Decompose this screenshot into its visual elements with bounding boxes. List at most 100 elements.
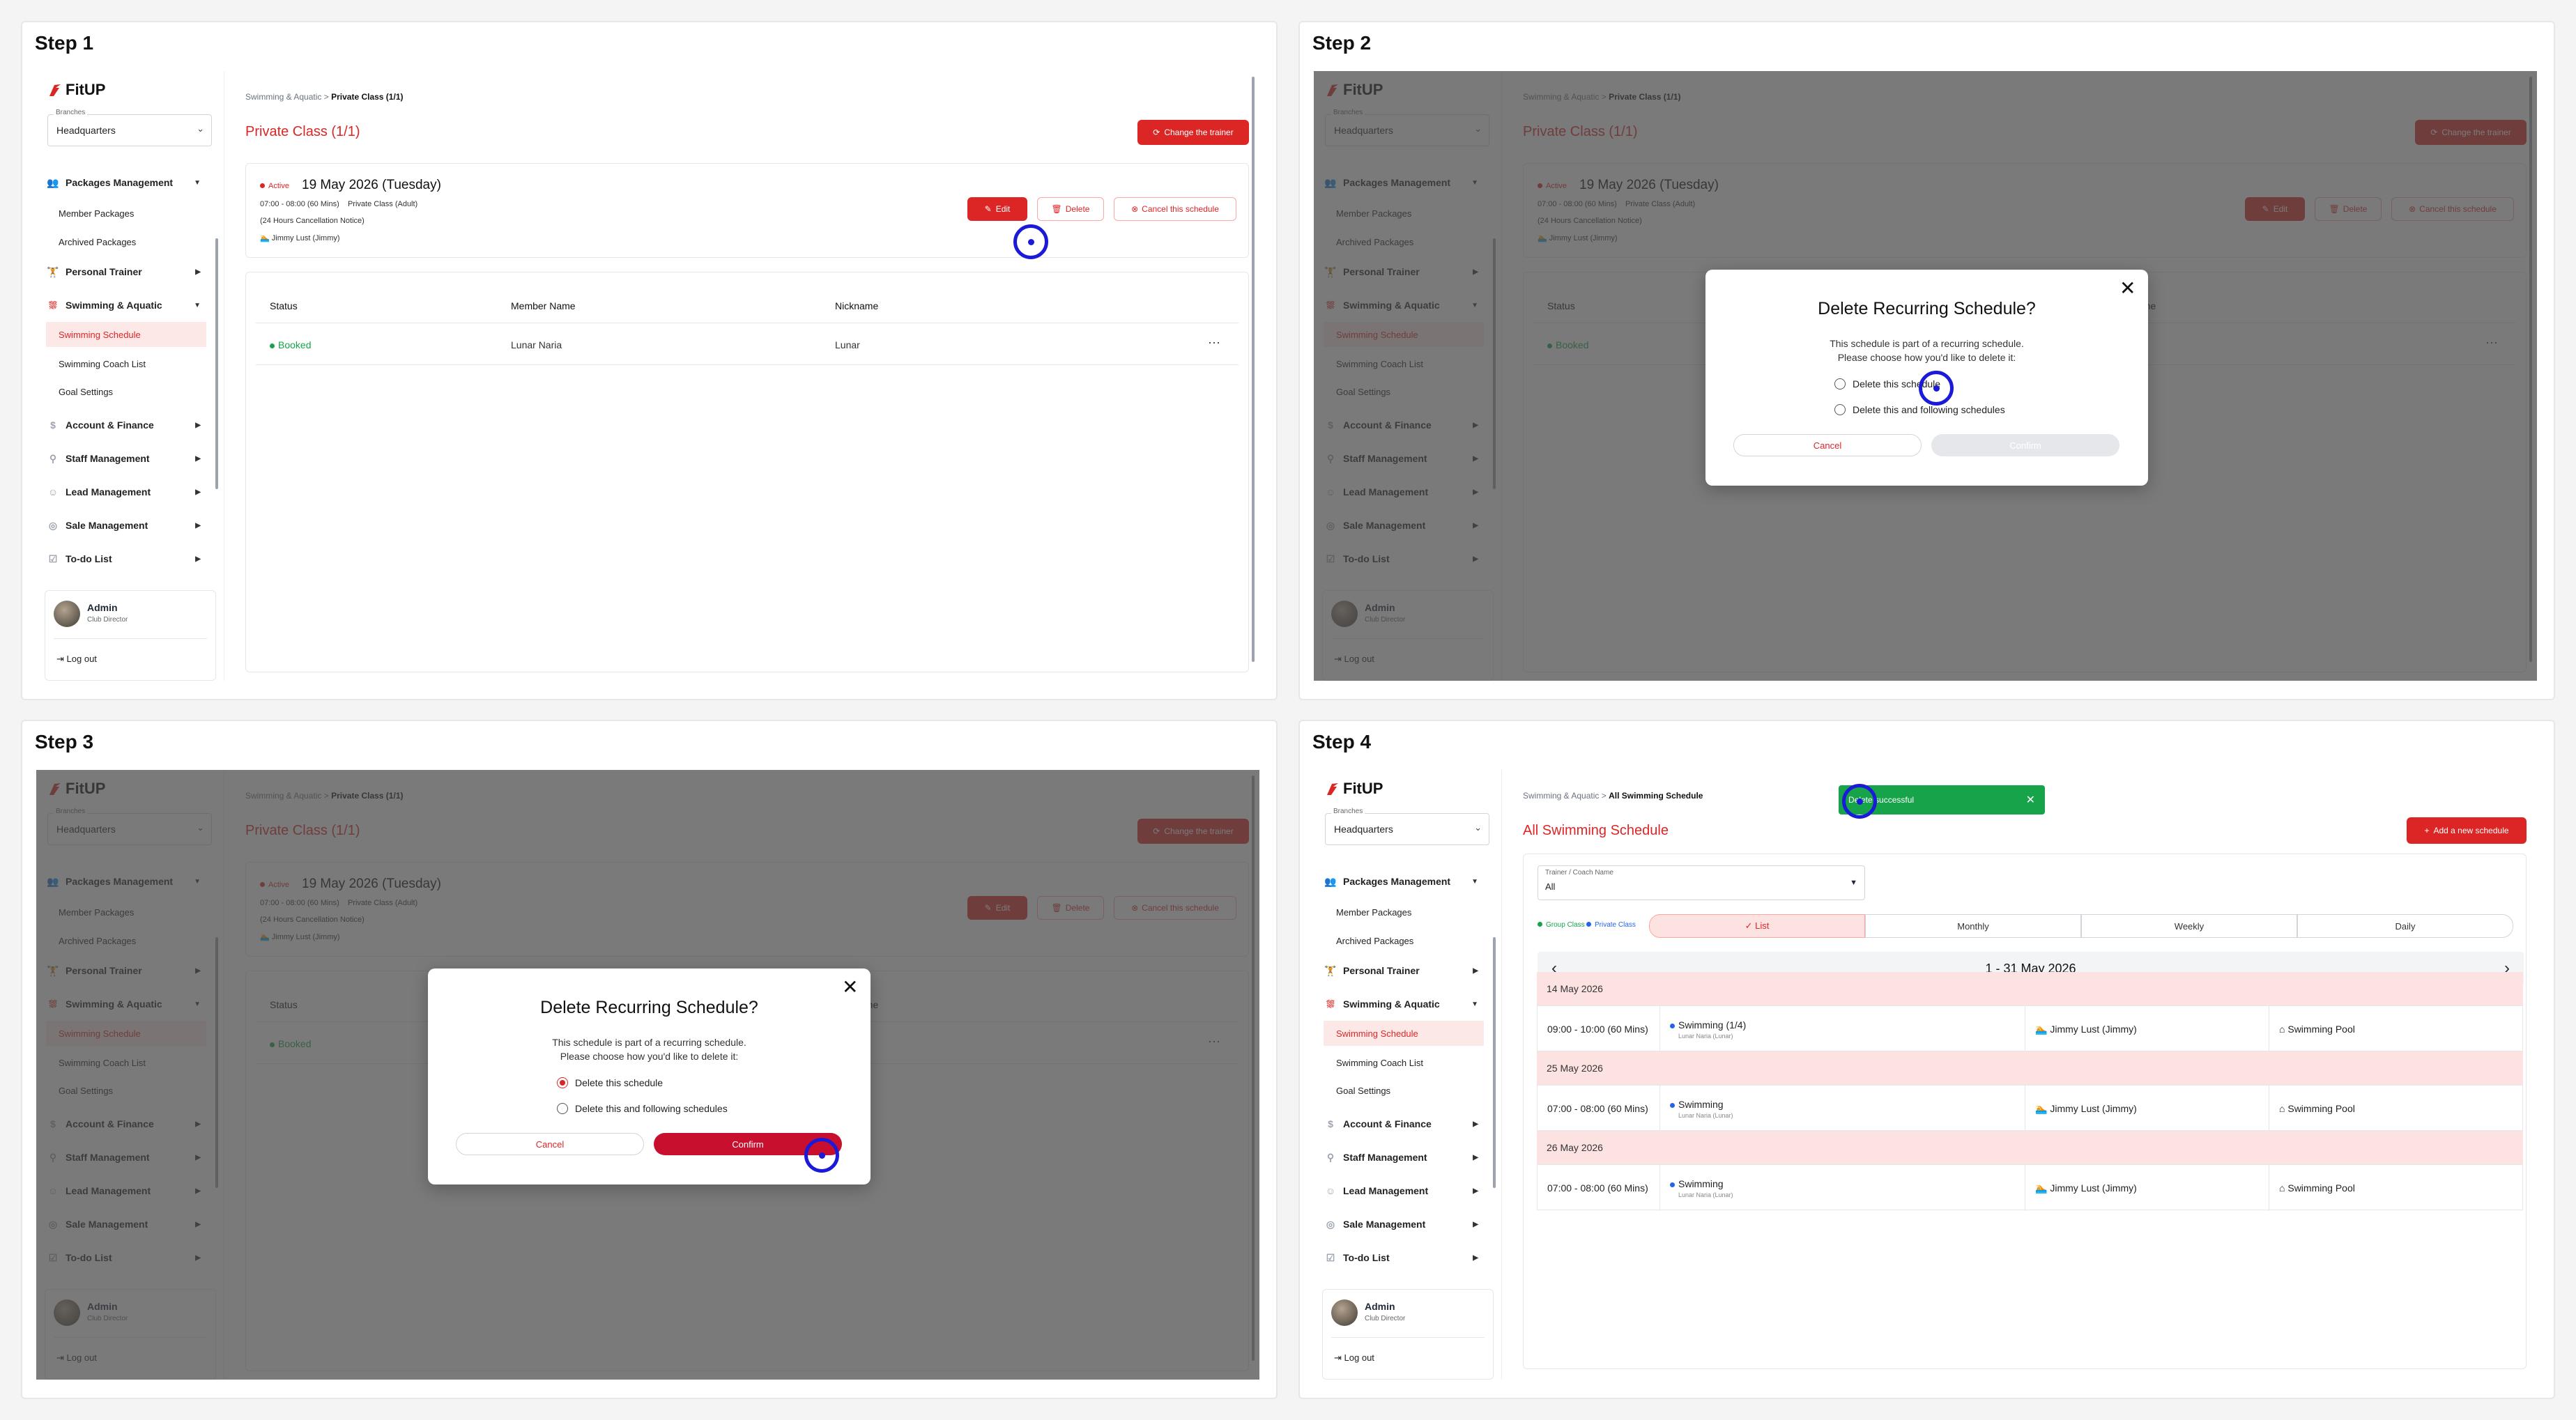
- cancel-schedule-button[interactable]: ⊗Cancel this schedule: [1114, 197, 1236, 221]
- logout-button[interactable]: ⇥ Log out: [56, 654, 97, 665]
- schedule-row[interactable]: 07:00 - 08:00 (60 Mins) Swimming Lunar N…: [1537, 1085, 2523, 1132]
- breadcrumb-parent[interactable]: Swimming & Aquatic: [245, 92, 321, 102]
- close-icon[interactable]: ✕: [842, 975, 858, 998]
- click-marker: [1919, 371, 1954, 406]
- coach-name: Jimmy Lust (Jimmy): [271, 234, 340, 242]
- sidebar-item-account[interactable]: $ Account & Finance ▶: [1324, 1111, 1484, 1136]
- avatar[interactable]: [1331, 1299, 1358, 1326]
- change-trainer-button[interactable]: ⟳ Change the trainer: [1137, 120, 1249, 145]
- schedule-time: 07:00 - 08:00 (60 Mins): [260, 200, 339, 208]
- sidebar-item-staff[interactable]: ⚲ Staff Management ▶: [46, 446, 206, 471]
- radio-delete-this[interactable]: Delete this schedule: [557, 1077, 663, 1088]
- sidebar-item-swimming[interactable]: ⛆ Swimming & Aquatic ▼: [1324, 991, 1484, 1017]
- sidebar-item-sale[interactable]: ◎ Sale Management ▶: [1324, 1212, 1484, 1237]
- schedule-row[interactable]: 09:00 - 10:00 (60 Mins) Swimming (1/4) L…: [1537, 1005, 2524, 1052]
- member-name: Lunar Naria: [511, 339, 562, 350]
- click-marker: [1013, 224, 1048, 259]
- sale-icon: ◎: [1326, 1218, 1335, 1230]
- sidebar-item-lead[interactable]: ☺ Lead Management ▶: [1324, 1178, 1484, 1203]
- add-schedule-button[interactable]: + Add a new schedule: [2407, 817, 2527, 844]
- caret-right-icon: ▶: [1473, 1220, 1478, 1228]
- radio-circle[interactable]: [1834, 404, 1846, 415]
- sidebar-item-label: Sale Management: [66, 520, 148, 531]
- sidebar-item-coach-list[interactable]: Swimming Coach List: [1324, 1050, 1484, 1075]
- more-options-icon[interactable]: ···: [1208, 335, 1220, 350]
- schedule-row[interactable]: 07:00 - 08:00 (60 Mins) Swimming Lunar N…: [1537, 1164, 2523, 1211]
- radio-delete-following[interactable]: Delete this and following schedules: [557, 1103, 728, 1114]
- pool-icon: ⌂: [2279, 1024, 2288, 1035]
- sidebar-item-label: Archived Packages: [1336, 935, 1414, 946]
- sidebar-item-label: Swimming & Aquatic: [66, 300, 162, 311]
- sidebar-item-staff[interactable]: ⚲ Staff Management ▶: [1324, 1145, 1484, 1170]
- sidebar-item-archived-packages[interactable]: Archived Packages: [1324, 928, 1484, 953]
- close-icon[interactable]: ✕: [2026, 793, 2035, 807]
- main-scrollbar[interactable]: [1251, 71, 1255, 681]
- sidebar-item-member-packages[interactable]: Member Packages: [46, 201, 206, 226]
- radio-circle[interactable]: [557, 1077, 568, 1088]
- sidebar-item-member-packages[interactable]: Member Packages: [1324, 900, 1484, 925]
- cancel-button[interactable]: Cancel: [1733, 434, 1922, 456]
- sidebar-item-personal-trainer[interactable]: 🏋 Personal Trainer ▶: [1324, 958, 1484, 983]
- column-header: Status: [270, 300, 298, 311]
- app-logo[interactable]: FitUP: [47, 81, 105, 99]
- cancellation-notice: (24 Hours Cancellation Notice): [260, 217, 365, 225]
- sidebar-item-swimming[interactable]: ⛆ Swimming & Aquatic ▼: [46, 293, 206, 318]
- confirm-button[interactable]: Confirm: [1931, 434, 2119, 456]
- branch-select[interactable]: Branches Headquarters ⌄: [1325, 808, 1489, 845]
- sidebar-item-packages[interactable]: 👥 Packages Management ▼: [46, 170, 206, 195]
- sidebar-item-label: Swimming Schedule: [1336, 1028, 1418, 1039]
- user-name: Admin: [87, 602, 118, 613]
- radio-delete-following[interactable]: Delete this and following schedules: [1834, 404, 2005, 415]
- sidebar-item-packages[interactable]: 👥 Packages Management ▼: [1324, 869, 1484, 894]
- row-place: ⌂ Swimming Pool: [2269, 1006, 2524, 1052]
- place-name: Swimming Pool: [2287, 1182, 2355, 1194]
- app-logo[interactable]: FitUP: [1325, 780, 1383, 798]
- sidebar-item-personal-trainer[interactable]: 🏋 Personal Trainer ▶: [46, 259, 206, 284]
- tab-daily[interactable]: Daily: [2297, 914, 2513, 938]
- sidebar-item-lead[interactable]: ☺ Lead Management ▶: [46, 479, 206, 504]
- sidebar-scrollbar[interactable]: [1492, 861, 1496, 1279]
- sidebar-item-todo[interactable]: ☑ To-do List ▶: [1324, 1245, 1484, 1270]
- radio-circle[interactable]: [557, 1103, 568, 1114]
- trainer-filter-select[interactable]: Trainer / Coach Name All ▼: [1538, 865, 1865, 900]
- logo-text: FitUP: [66, 81, 106, 98]
- sidebar-item-label: Personal Trainer: [1343, 965, 1420, 976]
- cancel-button[interactable]: Cancel: [456, 1133, 644, 1155]
- sidebar-item-goal-settings[interactable]: Goal Settings: [46, 379, 206, 404]
- logout-button[interactable]: ⇥ Log out: [1334, 1352, 1374, 1364]
- sidebar-item-label: Packages Management: [66, 177, 174, 188]
- sidebar-item-todo[interactable]: ☑ To-do List ▶: [46, 546, 206, 571]
- dialog-description: This schedule is part of a recurring sch…: [1830, 338, 2024, 349]
- column-header: Nickname: [835, 300, 879, 311]
- lead-icon: ☺: [1325, 1185, 1336, 1196]
- delete-button[interactable]: 🗑Delete: [1037, 197, 1104, 221]
- breadcrumb-parent[interactable]: Swimming & Aquatic: [1523, 791, 1599, 801]
- sidebar-item-coach-list[interactable]: Swimming Coach List: [46, 351, 206, 376]
- edit-button[interactable]: ✎Edit: [967, 197, 1027, 221]
- sidebar-item-swimming-schedule[interactable]: Swimming Schedule: [46, 322, 206, 347]
- logo-text: FitUP: [1343, 780, 1383, 797]
- branch-select[interactable]: Branches Headquarters ⌄: [47, 109, 212, 146]
- sidebar-item-archived-packages[interactable]: Archived Packages: [46, 229, 206, 254]
- scrollbar-thumb[interactable]: [1493, 937, 1496, 1188]
- sidebar-item-goal-settings[interactable]: Goal Settings: [1324, 1078, 1484, 1103]
- sidebar-item-account[interactable]: $ Account & Finance ▶: [46, 412, 206, 438]
- sidebar-item-sale[interactable]: ◎ Sale Management ▶: [46, 513, 206, 538]
- step-3-screen: FitUP Branches Headquarters ⌄ 👥Packages …: [36, 770, 1259, 1380]
- sidebar-item-label: To-do List: [1343, 1252, 1390, 1263]
- status-text: Active: [268, 182, 289, 190]
- sidebar-item-swimming-schedule[interactable]: Swimming Schedule: [1324, 1021, 1484, 1046]
- radio-label: Delete this and following schedules: [575, 1103, 728, 1114]
- sidebar-scrollbar[interactable]: [215, 162, 219, 580]
- radio-circle[interactable]: [1834, 378, 1846, 389]
- tab-monthly[interactable]: Monthly: [1865, 914, 2081, 938]
- avatar[interactable]: [54, 601, 80, 627]
- coach-icon: 🏊: [260, 234, 270, 242]
- close-icon[interactable]: ✕: [2119, 277, 2136, 300]
- scrollbar-thumb[interactable]: [1252, 77, 1255, 662]
- scrollbar-thumb[interactable]: [215, 238, 218, 489]
- tab-list[interactable]: ✓ List: [1649, 914, 1865, 938]
- confirm-label: Confirm: [2009, 440, 2041, 451]
- step-4-panel: Step 4 FitUP Branches Headquarters ⌄ 👥 Pa…: [1298, 720, 2555, 1399]
- tab-weekly[interactable]: Weekly: [2081, 914, 2297, 938]
